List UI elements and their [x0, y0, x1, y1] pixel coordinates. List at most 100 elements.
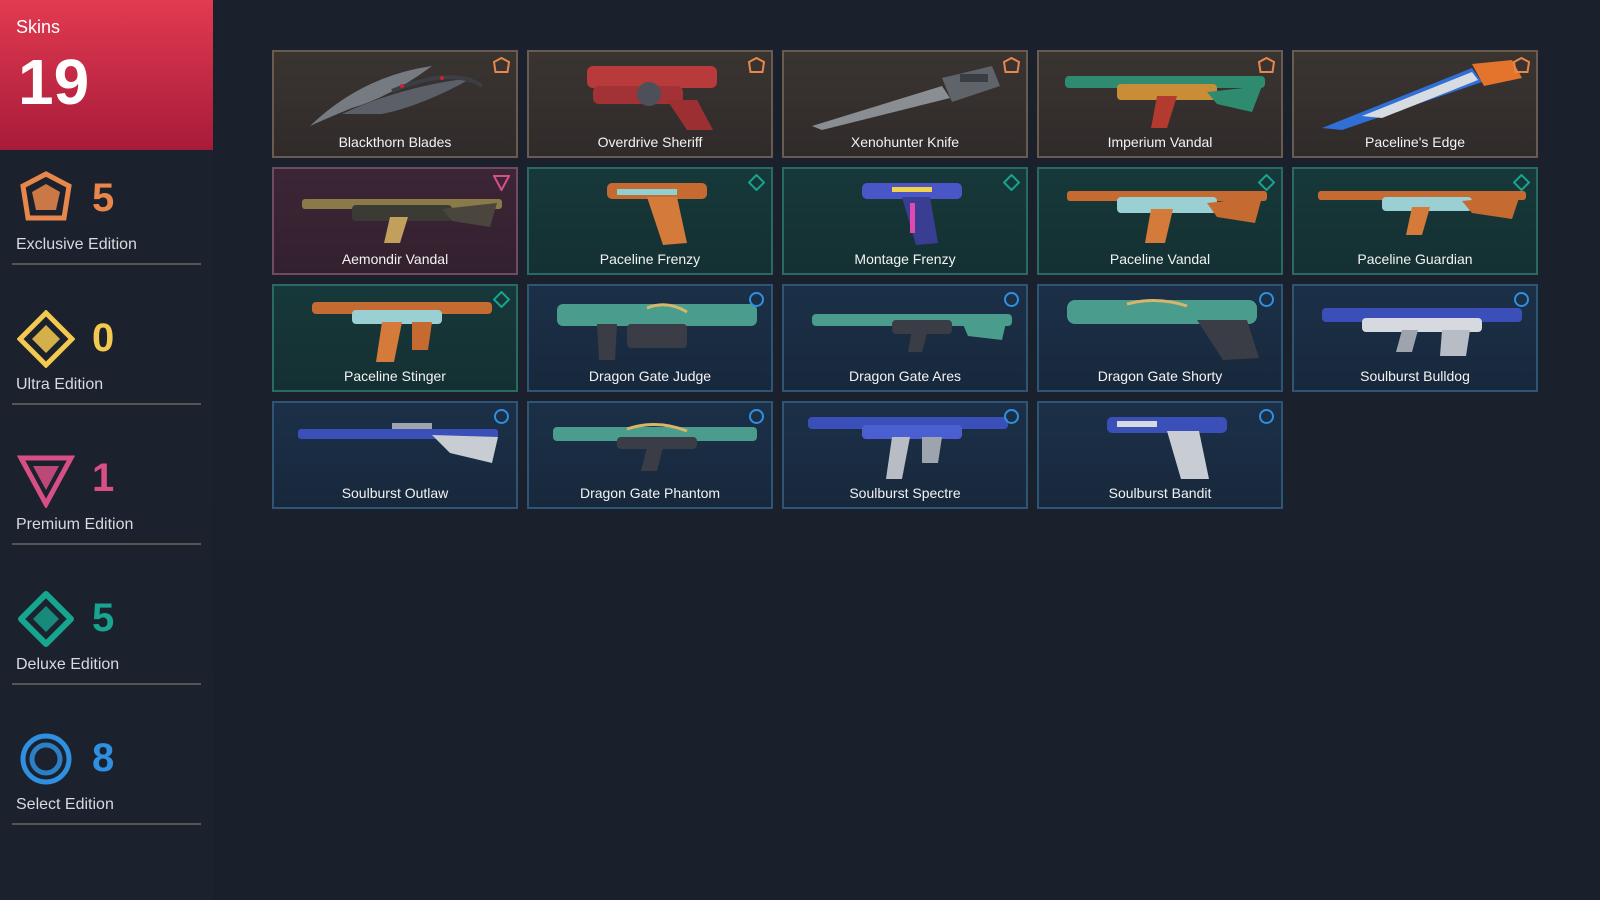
tier-exclusive[interactable]: 5 Exclusive Edition — [12, 160, 201, 265]
skin-name: Dragon Gate Shorty — [1097, 368, 1223, 384]
select-tier-icon — [20, 733, 72, 785]
skin-card-dragon-gate-judge[interactable]: Dragon Gate Judge — [527, 284, 773, 392]
tier-premium-label: Premium Edition — [16, 516, 134, 533]
skin-name: Overdrive Sheriff — [597, 134, 703, 150]
exclusive-badge-icon — [493, 57, 510, 73]
total-skins-card: Skins 19 — [0, 0, 213, 150]
skin-card-aemondir-vandal[interactable]: Aemondir Vandal — [272, 167, 518, 275]
total-skins-label: Skins — [16, 17, 61, 37]
deluxe-badge-icon — [493, 291, 510, 308]
paceline-frenzy-image — [607, 183, 707, 245]
skin-card-dragon-gate-shorty[interactable]: Dragon Gate Shorty — [1037, 284, 1283, 392]
skin-name: Soulburst Spectre — [849, 485, 961, 501]
skin-name: Blackthorn Blades — [338, 134, 452, 150]
paceline-stinger-image — [312, 302, 492, 362]
exclusive-badge-icon — [1003, 57, 1020, 73]
skin-card-imperium-vandal[interactable]: Imperium Vandal — [1037, 50, 1283, 158]
deluxe-tier-icon — [18, 591, 74, 647]
soulburst-bandit-image — [1107, 417, 1227, 479]
tier-premium[interactable]: 1 Premium Edition — [12, 440, 201, 545]
deluxe-badge-icon — [748, 174, 765, 191]
dragon-gate-phantom-image — [553, 423, 757, 471]
skin-card-paceline-stinger[interactable]: Paceline Stinger — [272, 284, 518, 392]
skin-name: Dragon Gate Phantom — [579, 485, 721, 501]
skin-card-xenohunter-knife[interactable]: Xenohunter Knife — [782, 50, 1028, 158]
dragon-gate-ares-image — [812, 314, 1012, 352]
xenohunter-knife-image — [812, 66, 1000, 130]
skin-name: Dragon Gate Judge — [588, 368, 712, 384]
premium-tier-icon — [17, 455, 75, 508]
paceline-guardian-image — [1318, 191, 1526, 235]
select-badge-icon — [1004, 409, 1019, 424]
skin-card-paceline-guardian[interactable]: Paceline Guardian — [1292, 167, 1538, 275]
skin-name: Paceline Guardian — [1357, 251, 1473, 267]
imperium-vandal-image — [1065, 76, 1265, 128]
total-skins-count: 19 — [18, 46, 90, 118]
skin-card-soulburst-bandit[interactable]: Soulburst Bandit — [1037, 401, 1283, 509]
select-badge-icon — [749, 409, 764, 424]
exclusive-badge-icon — [1513, 57, 1530, 73]
skin-name: Soulburst Bandit — [1108, 485, 1212, 501]
skin-name: Montage Frenzy — [854, 251, 956, 267]
skin-card-paceline-frenzy[interactable]: Paceline Frenzy — [527, 167, 773, 275]
paceline-vandal-image — [1067, 191, 1267, 243]
skin-name: Paceline Vandal — [1109, 251, 1211, 267]
soulburst-outlaw-image — [298, 423, 498, 463]
ultra-tier-icon — [17, 310, 75, 368]
tier-select-count: 8 — [92, 736, 115, 780]
skin-card-pacelines-edge[interactable]: Paceline's Edge — [1292, 50, 1538, 158]
select-badge-icon — [494, 409, 509, 424]
skin-name: Dragon Gate Ares — [848, 368, 962, 384]
skin-card-soulburst-spectre[interactable]: Soulburst Spectre — [782, 401, 1028, 509]
skin-card-dragon-gate-phantom[interactable]: Dragon Gate Phantom — [527, 401, 773, 509]
select-badge-icon — [749, 292, 764, 307]
skin-name: Paceline's Edge — [1365, 134, 1465, 150]
deluxe-badge-icon — [1513, 174, 1530, 191]
skin-card-paceline-vandal[interactable]: Paceline Vandal — [1037, 167, 1283, 275]
exclusive-tier-icon — [20, 171, 72, 221]
skins-collection-screen: Skins 19 5 Exclusive Edition 0 Ultra Edi… — [0, 0, 1600, 900]
select-badge-icon — [1259, 292, 1274, 307]
tier-ultra-label: Ultra Edition — [16, 376, 104, 393]
exclusive-badge-icon — [1258, 57, 1275, 73]
premium-badge-icon — [493, 175, 510, 191]
skin-name: Imperium Vandal — [1107, 134, 1213, 150]
pacelines-edge-image — [1322, 60, 1522, 130]
exclusive-badge-icon — [748, 57, 765, 73]
soulburst-bulldog-image — [1322, 308, 1522, 356]
skin-name: Paceline Frenzy — [599, 251, 701, 267]
tier-exclusive-label: Exclusive Edition — [16, 236, 137, 253]
tier-ultra[interactable]: 0 Ultra Edition — [12, 300, 201, 405]
select-badge-icon — [1514, 292, 1529, 307]
deluxe-badge-icon — [1258, 174, 1275, 191]
skin-name: Soulburst Bulldog — [1360, 368, 1470, 384]
tier-deluxe-count: 5 — [92, 596, 115, 640]
skin-card-soulburst-bulldog[interactable]: Soulburst Bulldog — [1292, 284, 1538, 392]
tier-ultra-count: 0 — [92, 316, 115, 360]
skin-name: Paceline Stinger — [344, 368, 446, 384]
soulburst-spectre-image — [808, 417, 1008, 479]
tier-select-label: Select Edition — [16, 796, 114, 813]
tier-premium-count: 1 — [92, 456, 115, 500]
tier-deluxe[interactable]: 5 Deluxe Edition — [12, 580, 201, 685]
aemondir-vandal-image — [302, 199, 502, 243]
skin-card-dragon-gate-ares[interactable]: Dragon Gate Ares — [782, 284, 1028, 392]
skin-card-soulburst-outlaw[interactable]: Soulburst Outlaw — [272, 401, 518, 509]
blackthorn-blades-image — [310, 66, 484, 126]
skin-card-overdrive-sheriff[interactable]: Overdrive Sheriff — [527, 50, 773, 158]
tier-exclusive-count: 5 — [92, 176, 115, 220]
skin-card-montage-frenzy[interactable]: Montage Frenzy — [782, 167, 1028, 275]
deluxe-badge-icon — [1003, 174, 1020, 191]
montage-frenzy-image — [862, 183, 962, 245]
tier-select[interactable]: 8 Select Edition — [12, 720, 201, 825]
sidebar: Skins 19 5 Exclusive Edition 0 Ultra Edi… — [0, 0, 213, 900]
skin-name: Aemondir Vandal — [341, 251, 449, 267]
overdrive-sheriff-image — [587, 66, 717, 130]
dragon-gate-judge-image — [557, 303, 757, 360]
tier-deluxe-label: Deluxe Edition — [16, 656, 120, 673]
dragon-gate-shorty-image — [1067, 299, 1259, 360]
skin-name: Xenohunter Knife — [850, 134, 960, 150]
select-badge-icon — [1004, 292, 1019, 307]
skin-name: Soulburst Outlaw — [341, 485, 449, 501]
skin-card-blackthorn-blades[interactable]: Blackthorn Blades — [272, 50, 518, 158]
